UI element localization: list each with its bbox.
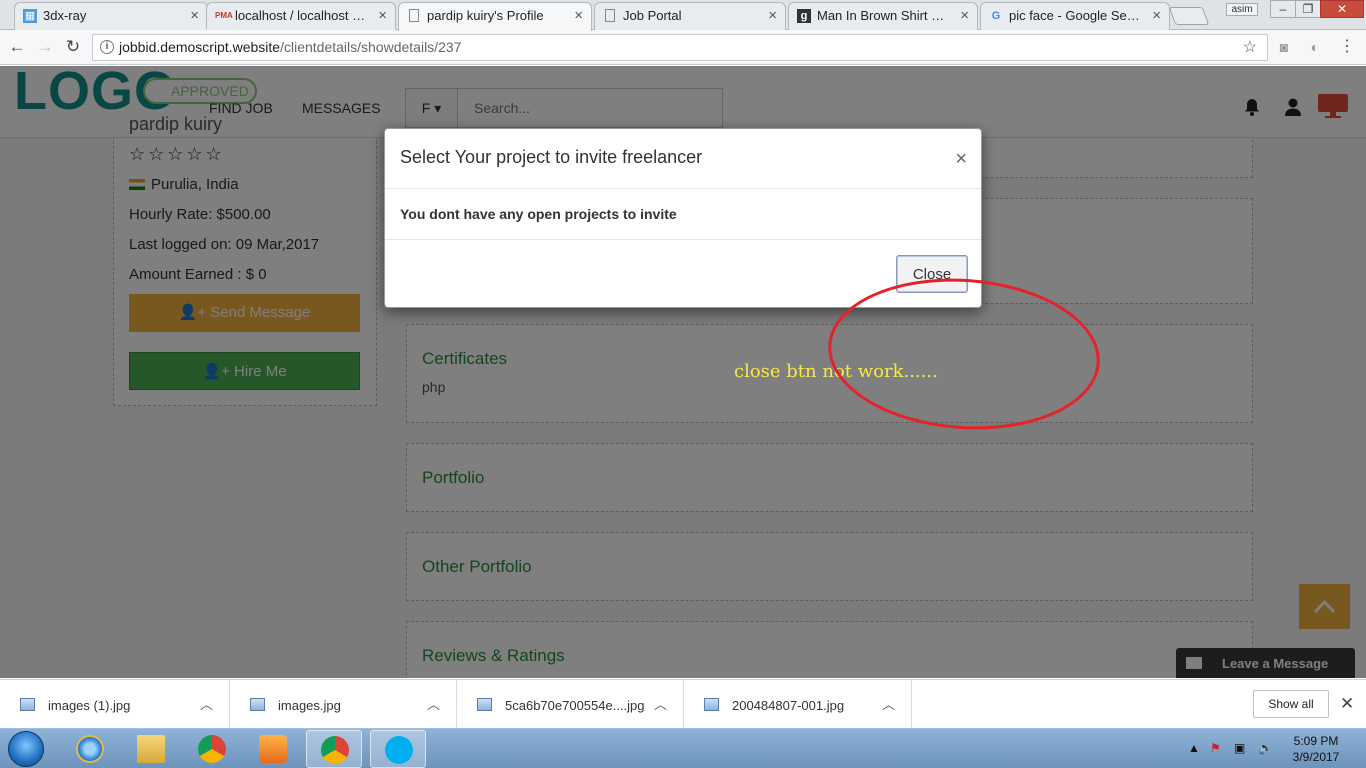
taskbar-skype[interactable] xyxy=(370,730,426,768)
modal-header: Select Your project to invite freelancer… xyxy=(385,129,981,189)
tab-label: Man In Brown Shirt Smili xyxy=(817,8,960,23)
minimize-button[interactable]: – xyxy=(1270,0,1296,18)
chevron-up-icon[interactable]: ︿ xyxy=(654,694,667,713)
internet-explorer-icon xyxy=(76,735,104,763)
image-file-icon xyxy=(20,698,35,711)
modal-body: You dont have any open projects to invit… xyxy=(385,189,981,240)
download-filename: 5ca6b70e700554e....jpg xyxy=(505,698,645,713)
skype-icon xyxy=(385,736,413,764)
tray-expand-icon[interactable]: ▲ xyxy=(1188,741,1200,755)
download-item[interactable]: images (1).jpg ︿ xyxy=(0,680,230,729)
chevron-up-icon[interactable]: ︿ xyxy=(882,694,895,713)
tab-google-search[interactable]: G pic face - Google Search × xyxy=(980,2,1170,30)
phpmyadmin-icon: PMA xyxy=(215,11,233,20)
image-file-icon xyxy=(704,698,719,711)
modal-title: Select Your project to invite freelancer xyxy=(400,147,703,167)
address-bar[interactable]: i jobbid.demoscript.website/clientdetail… xyxy=(92,34,1268,61)
invite-modal: Select Your project to invite freelancer… xyxy=(384,128,982,308)
download-shelf: images (1).jpg ︿ images.jpg ︿ 5ca6b70e70… xyxy=(0,679,1366,729)
browser-toolbar: ← → ↻ i jobbid.demoscript.website/client… xyxy=(0,30,1366,65)
close-icon[interactable]: × xyxy=(768,3,777,29)
profile-user-label[interactable]: asim xyxy=(1226,3,1258,16)
close-shelf-icon[interactable]: ✕ xyxy=(1340,694,1354,714)
close-icon[interactable]: × xyxy=(960,3,969,29)
tab-label: Job Portal xyxy=(623,8,682,23)
taskbar-chrome-active[interactable] xyxy=(306,730,362,768)
tab-label: pardip kuiry's Profile xyxy=(427,8,544,23)
media-player-icon xyxy=(259,735,287,763)
bookmark-star-icon[interactable]: ☆ xyxy=(1243,35,1257,60)
taskbar-file-explorer[interactable] xyxy=(123,730,179,768)
close-icon[interactable]: × xyxy=(190,3,199,29)
volume-icon[interactable]: 🔈 xyxy=(1258,741,1273,755)
show-all-downloads-button[interactable]: Show all xyxy=(1253,690,1329,718)
download-item[interactable]: 200484807-001.jpg ︿ xyxy=(684,680,912,729)
start-button[interactable] xyxy=(8,731,44,767)
reload-icon[interactable]: ↻ xyxy=(62,36,84,58)
g-icon: g xyxy=(797,9,811,23)
image-file-icon xyxy=(477,698,492,711)
tab-label: 3dx-ray xyxy=(43,8,87,23)
download-filename: images (1).jpg xyxy=(48,698,131,713)
restore-button[interactable]: ❐ xyxy=(1295,0,1321,18)
close-icon[interactable]: × xyxy=(378,3,387,29)
download-item[interactable]: images.jpg ︿ xyxy=(230,680,457,729)
tab-localhost[interactable]: PMA localhost / localhost / xra × xyxy=(206,2,396,30)
close-icon[interactable]: × xyxy=(574,3,583,29)
tab-3dx-ray[interactable]: ▦ 3dx-ray × xyxy=(14,2,208,30)
back-arrow-icon[interactable]: ← xyxy=(6,36,28,58)
page-icon xyxy=(409,9,419,22)
tab-label: localhost / localhost / xra xyxy=(235,8,378,23)
system-clock[interactable]: 5:09 PM 3/9/2017 xyxy=(1286,733,1346,765)
clock-time: 5:09 PM xyxy=(1293,734,1339,748)
folder-icon xyxy=(137,735,165,763)
web-page: LOGO APPROVED FIND JOB MESSAGES F ▾ pard… xyxy=(0,66,1366,678)
browser-tab-strip: ▦ 3dx-ray × PMA localhost / localhost / … xyxy=(0,0,1366,31)
chrome-icon xyxy=(321,736,349,764)
download-item[interactable]: 5ca6b70e700554e....jpg ︿ xyxy=(457,680,684,729)
extension-icon[interactable]: ◐ xyxy=(1306,38,1324,56)
url-path: /clientdetails/showdetails/237 xyxy=(280,39,462,55)
network-icon[interactable]: ▣ xyxy=(1234,741,1245,755)
camera-icon[interactable]: ◙ xyxy=(1275,38,1293,56)
taskbar-media-player[interactable] xyxy=(245,730,301,768)
info-icon[interactable]: i xyxy=(100,40,114,54)
tab-man-brown-shirt[interactable]: g Man In Brown Shirt Smili × xyxy=(788,2,978,30)
google-icon: G xyxy=(991,10,1001,22)
close-icon[interactable]: × xyxy=(1152,3,1161,29)
clock-date: 3/9/2017 xyxy=(1292,750,1340,764)
tab-label: pic face - Google Search xyxy=(1009,8,1153,23)
image-file-icon xyxy=(250,698,265,711)
taskbar-chrome[interactable] xyxy=(184,730,240,768)
tab-profile[interactable]: pardip kuiry's Profile × xyxy=(398,2,592,31)
window-close-button[interactable]: ✕ xyxy=(1320,0,1364,18)
download-filename: images.jpg xyxy=(278,698,341,713)
tab-job-portal[interactable]: Job Portal × xyxy=(594,2,786,30)
chevron-up-icon[interactable]: ︿ xyxy=(200,694,213,713)
modal-message: You dont have any open projects to invit… xyxy=(400,206,677,222)
taskbar-internet-explorer[interactable] xyxy=(62,730,118,768)
windows-taskbar: ▲ ⚑ ▣ 🔈 5:09 PM 3/9/2017 xyxy=(0,728,1366,768)
download-filename: 200484807-001.jpg xyxy=(732,698,845,713)
chevron-up-icon[interactable]: ︿ xyxy=(427,694,440,713)
menu-icon[interactable]: ⋮ xyxy=(1338,38,1356,56)
forward-arrow-icon[interactable]: → xyxy=(34,36,56,58)
page-icon xyxy=(605,9,615,22)
modal-close-x-icon[interactable]: × xyxy=(955,149,967,169)
chrome-icon xyxy=(198,735,226,763)
action-center-icon[interactable]: ⚑ xyxy=(1210,741,1221,755)
building-icon: ▦ xyxy=(23,9,37,23)
new-tab-button[interactable] xyxy=(1168,7,1210,25)
url-host: jobbid.demoscript.website xyxy=(119,39,281,55)
